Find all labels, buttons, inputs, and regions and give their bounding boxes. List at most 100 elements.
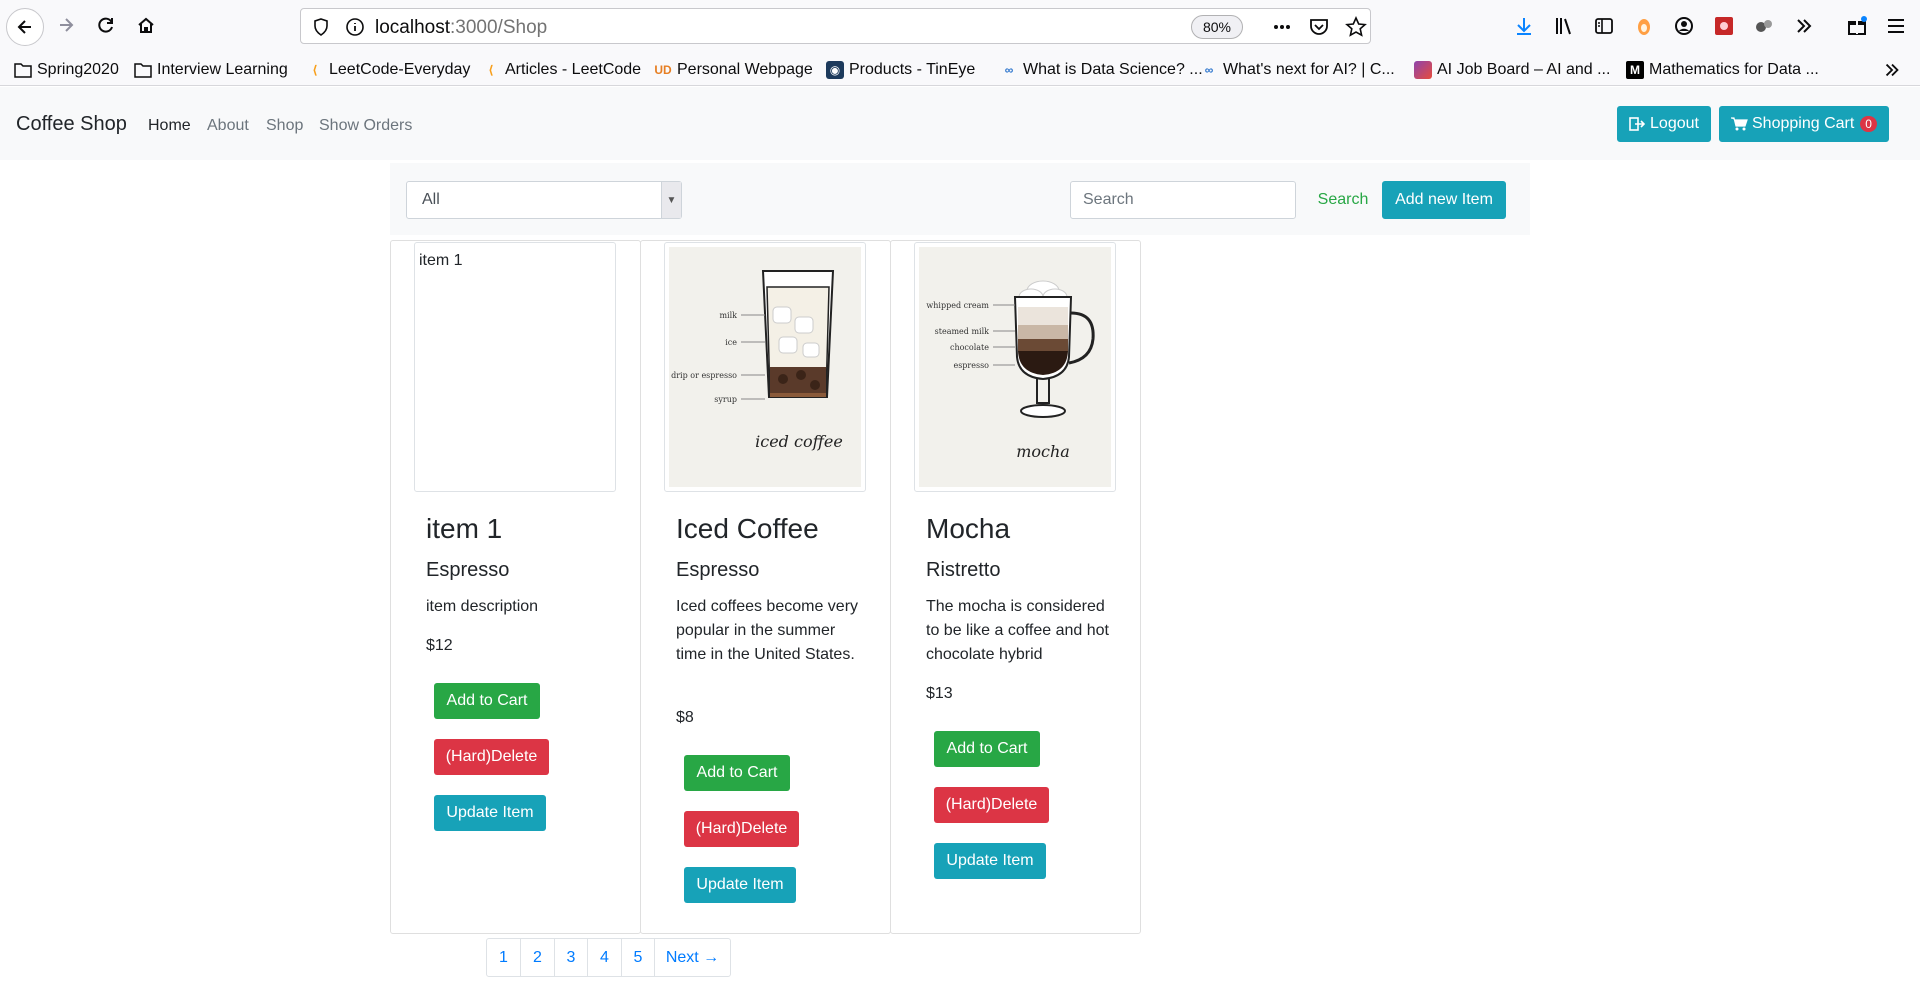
mocha-illustration: whipped cream steamed milk chocolate esp…	[919, 247, 1111, 487]
bookmark-item[interactable]: Spring2020	[14, 58, 119, 82]
product-title: Iced Coffee	[676, 513, 819, 544]
hard-delete-button[interactable]: (Hard)Delete	[434, 739, 549, 775]
logout-label: Logout	[1650, 115, 1699, 132]
bookmark-star-icon[interactable]	[1345, 16, 1367, 38]
page-link-5[interactable]: 5	[622, 939, 655, 976]
nav-link-shop[interactable]: Shop	[266, 117, 303, 135]
search-button[interactable]: Search	[1310, 181, 1376, 219]
add-to-cart-button[interactable]: Add to Cart	[434, 683, 540, 719]
folder-icon	[14, 61, 32, 79]
whats-new-gift-icon[interactable]	[1845, 14, 1869, 38]
bookmark-label: Mathematics for Data ...	[1649, 61, 1819, 78]
home-icon	[138, 17, 154, 33]
product-card: item 1 item 1 Espresso item description …	[390, 240, 641, 934]
page-link-2[interactable]: 2	[521, 939, 555, 976]
pocket-icon[interactable]	[1308, 16, 1330, 38]
product-image: milk ice drip or espresso syrup iced cof…	[664, 242, 866, 492]
hard-delete-button[interactable]: (Hard)Delete	[684, 811, 799, 847]
pagination: 1 2 3 4 5 Next →	[486, 938, 731, 977]
product-card: whipped cream steamed milk chocolate esp…	[890, 240, 1141, 934]
page-actions-menu-icon[interactable]	[1271, 16, 1293, 38]
bookmark-item[interactable]: AI Job Board – AI and ...	[1414, 58, 1610, 82]
address-bar[interactable]: localhost:3000/Shop 80%	[300, 8, 1371, 44]
bookmark-item[interactable]: ∞ What is Data Science? ...	[1000, 58, 1203, 82]
update-item-button[interactable]: Update Item	[684, 867, 796, 903]
medium-icon: M	[1626, 61, 1644, 79]
chevron-down-icon[interactable]: ▼	[661, 182, 681, 218]
url-text[interactable]: localhost:3000/Shop	[375, 17, 547, 39]
arrow-right-icon	[60, 18, 74, 32]
url-path: :3000/Shop	[450, 17, 548, 38]
downloads-icon[interactable]	[1512, 14, 1536, 38]
home-button[interactable]	[130, 9, 162, 41]
bookmark-label: Spring2020	[37, 61, 119, 78]
page-next-link[interactable]: Next →	[655, 939, 730, 976]
product-image: whipped cream steamed milk chocolate esp…	[914, 242, 1116, 492]
site-info-icon[interactable]	[345, 17, 365, 37]
extension-red-icon[interactable]	[1712, 14, 1736, 38]
bookmark-item[interactable]: M Mathematics for Data ...	[1626, 58, 1819, 82]
bookmark-item[interactable]: Interview Learning	[134, 58, 288, 82]
iced-coffee-illustration: milk ice drip or espresso syrup iced cof…	[669, 247, 861, 487]
bookmark-item[interactable]: ◉ Products - TinEye	[826, 58, 975, 82]
bookmarks-overflow-button[interactable]	[1882, 58, 1902, 82]
product-price: $12	[426, 637, 453, 654]
extension-orange-icon[interactable]	[1632, 14, 1656, 38]
shopping-cart-button[interactable]: Shopping Cart 0	[1719, 106, 1889, 142]
bookmark-label: Articles - LeetCode	[505, 61, 642, 78]
library-icon[interactable]	[1552, 14, 1576, 38]
art-label-whipped-cream: whipped cream	[926, 301, 989, 310]
product-description: Iced coffees become very popular in the …	[676, 598, 859, 663]
page-link-3[interactable]: 3	[555, 939, 588, 976]
bookmark-item[interactable]: ⟨ Articles - LeetCode	[482, 58, 641, 82]
update-item-button[interactable]: Update Item	[434, 795, 546, 831]
nav-link-home[interactable]: Home	[148, 117, 191, 135]
bookmark-item[interactable]: ⟨ LeetCode-Everyday	[306, 58, 470, 82]
product-title: item 1	[426, 513, 503, 544]
bookmark-item[interactable]: ∞ What's next for AI? | C...	[1200, 58, 1395, 82]
brand-logo-text[interactable]: Coffee Shop	[16, 113, 127, 136]
personal-site-icon: UD	[654, 63, 672, 77]
bookmark-label: Interview Learning	[157, 61, 288, 78]
overflow-chevron-icon[interactable]	[1792, 14, 1816, 38]
bookmark-label: What is Data Science? ...	[1023, 61, 1203, 78]
back-button[interactable]	[6, 8, 44, 46]
nav-link-about[interactable]: About	[207, 117, 249, 135]
page-link-1[interactable]: 1	[487, 939, 521, 976]
extension-gray-icon[interactable]	[1752, 14, 1776, 38]
bookmark-label: LeetCode-Everyday	[329, 61, 471, 78]
page-link-4[interactable]: 4	[588, 939, 622, 976]
app-navbar: Coffee Shop Home About Shop Show Orders …	[0, 87, 1920, 160]
bookmarks-toolbar: Spring2020 Interview Learning ⟨ LeetCode-…	[0, 54, 1920, 86]
bookmark-item[interactable]: UD Personal Webpage	[654, 58, 812, 82]
product-card: milk ice drip or espresso syrup iced cof…	[640, 240, 891, 934]
add-to-cart-button[interactable]: Add to Cart	[684, 755, 790, 791]
url-host: localhost	[375, 17, 450, 38]
forward-button[interactable]	[50, 9, 82, 41]
hard-delete-button[interactable]: (Hard)Delete	[934, 787, 1049, 823]
product-image-broken: item 1	[414, 242, 616, 492]
hamburger-menu-icon[interactable]	[1884, 14, 1908, 38]
coursera-icon: ∞	[1004, 63, 1014, 77]
sign-out-icon	[1629, 117, 1646, 131]
add-to-cart-button[interactable]: Add to Cart	[934, 731, 1040, 767]
account-icon[interactable]	[1672, 14, 1696, 38]
tracking-shield-icon[interactable]	[311, 17, 331, 37]
overflow-chevron-icon	[1885, 63, 1899, 77]
nav-link-show-orders[interactable]: Show Orders	[319, 117, 412, 135]
zoom-level-badge[interactable]: 80%	[1191, 15, 1243, 39]
add-new-item-button[interactable]: Add new Item	[1382, 181, 1506, 219]
search-input[interactable]	[1070, 181, 1296, 219]
category-select[interactable]: All ▼	[406, 181, 682, 219]
sidebar-icon[interactable]	[1592, 14, 1616, 38]
cart-label: Shopping Cart	[1752, 115, 1855, 132]
tineye-icon: ◉	[826, 61, 844, 79]
update-item-button[interactable]: Update Item	[934, 843, 1046, 879]
logout-button[interactable]: Logout	[1617, 106, 1711, 142]
reload-icon	[98, 17, 113, 33]
art-title: mocha	[1016, 442, 1070, 461]
reload-button[interactable]	[90, 9, 122, 41]
bookmark-label: What's next for AI? | C...	[1223, 61, 1395, 78]
browser-toolbar: localhost:3000/Shop 80%	[0, 0, 1920, 51]
folder-icon	[134, 61, 152, 79]
